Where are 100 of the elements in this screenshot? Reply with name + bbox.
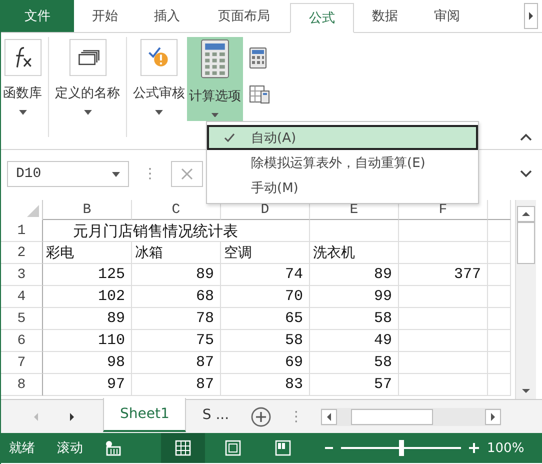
- table-cell: 377: [399, 264, 488, 286]
- sheet-tab[interactable]: Sheet1: [103, 398, 186, 432]
- checkmark-icon: [224, 133, 234, 142]
- caret-icon: [84, 110, 92, 115]
- name-box[interactable]: D10: [7, 161, 129, 187]
- zoom-out-icon[interactable]: [325, 444, 333, 452]
- table-cell: [488, 330, 511, 352]
- row-header[interactable]: 5: [1, 308, 43, 330]
- column-header[interactable]: B: [43, 200, 132, 220]
- table-cell: 58: [221, 330, 310, 352]
- ribbon-button[interactable]: 函数库: [1, 37, 44, 119]
- menu-item[interactable]: 自动(A): [207, 125, 478, 150]
- ribbon-tab[interactable]: 开始: [74, 0, 136, 32]
- table-cell: 58: [310, 352, 399, 374]
- table-cell: 87: [132, 374, 221, 396]
- table-cell: [488, 220, 511, 242]
- table-cell: 78: [132, 308, 221, 330]
- zoom-slider-thumb[interactable]: [399, 440, 404, 456]
- table-cell: [488, 308, 511, 330]
- table-cell: 125: [43, 264, 132, 286]
- table-cell: 70: [221, 286, 310, 308]
- horizontal-scrollbar[interactable]: [321, 408, 502, 426]
- table-cell: 空调: [221, 242, 310, 264]
- table-cell: 89: [43, 308, 132, 330]
- table-cell: 89: [132, 264, 221, 286]
- table-cell: 74: [221, 264, 310, 286]
- row-header[interactable]: 7: [1, 352, 43, 374]
- scrollbar-thumb[interactable]: [517, 222, 535, 264]
- table-cell: 89: [310, 264, 399, 286]
- row-header[interactable]: 2: [1, 242, 43, 264]
- ribbon-tab[interactable]: 数据: [354, 0, 416, 32]
- table-cell: 97: [43, 374, 132, 396]
- table-cell: 87: [132, 352, 221, 374]
- ribbon-tab[interactable]: 公式: [290, 3, 354, 33]
- zoom-level[interactable]: 100%: [487, 440, 524, 456]
- table-cell: [488, 242, 511, 264]
- row-header[interactable]: 3: [1, 264, 43, 286]
- caret-icon: [18, 110, 26, 115]
- caret-icon: [211, 112, 219, 117]
- table-cell: [488, 286, 511, 308]
- next-sheet-icon[interactable]: [67, 412, 77, 422]
- table-cell: [488, 352, 511, 374]
- table-cell: [488, 264, 511, 286]
- dropdown-icon: [112, 172, 120, 176]
- table-cell: [488, 374, 511, 396]
- row-header[interactable]: 1: [1, 220, 43, 242]
- add-sheet-icon[interactable]: [251, 406, 272, 426]
- page-layout-icon: [225, 440, 241, 456]
- table-cell: 58: [310, 308, 399, 330]
- file-tab[interactable]: 文件: [1, 0, 74, 32]
- zoom-in-icon[interactable]: [469, 443, 479, 453]
- table-cell: 57: [310, 374, 399, 396]
- ribbon-button[interactable]: 定义的名称: [53, 37, 122, 119]
- calculator-icon: [199, 39, 231, 79]
- scrollbar-thumb[interactable]: [351, 408, 434, 424]
- table-cell: 83: [221, 374, 310, 396]
- check-warning-icon: [140, 39, 178, 76]
- scroll-up-icon: [517, 206, 535, 222]
- menu-item[interactable]: 除模拟运算表外，自动重算(E): [207, 150, 478, 175]
- view-button[interactable]: [161, 433, 205, 463]
- table-cell: 65: [221, 308, 310, 330]
- table-cell: 99: [310, 286, 399, 308]
- sheet-calculator-icon[interactable]: [249, 83, 271, 105]
- table-cell: 69: [221, 352, 310, 374]
- status-text: 就绪: [9, 440, 35, 457]
- title-cell: 元月门店销售情况统计表: [43, 220, 310, 242]
- macro-record-icon[interactable]: [105, 440, 121, 456]
- row-header[interactable]: 4: [1, 286, 43, 308]
- table-cell: 冰箱: [132, 242, 221, 264]
- row-header[interactable]: 8: [1, 374, 43, 396]
- page-break-icon: [275, 440, 291, 456]
- scroll-right-icon[interactable]: [524, 3, 538, 29]
- vertical-scrollbar[interactable]: [515, 200, 536, 399]
- drag-handle[interactable]: ⋮: [143, 166, 157, 182]
- menu-item[interactable]: 手动(M): [207, 175, 478, 200]
- table-cell: 49: [310, 330, 399, 352]
- calculator-icon[interactable]: [249, 47, 267, 69]
- table-cell: 68: [132, 286, 221, 308]
- ribbon-button[interactable]: 公式审核: [131, 37, 187, 119]
- ribbon-tab[interactable]: 插入: [136, 0, 198, 32]
- caret-icon: [155, 110, 163, 115]
- table-cell: 98: [43, 352, 132, 374]
- row-header[interactable]: 6: [1, 330, 43, 352]
- collapse-ribbon-icon[interactable]: [520, 133, 532, 141]
- table-cell: 110: [43, 330, 132, 352]
- select-all-icon: [27, 205, 39, 217]
- expand-icon[interactable]: [520, 170, 532, 178]
- ribbon-button[interactable]: 计算选项: [187, 37, 243, 121]
- scroll-left-icon: [321, 408, 338, 424]
- status-text: 滚动: [57, 440, 83, 457]
- ribbon-tab[interactable]: 审阅: [416, 0, 478, 32]
- sheet-tab[interactable]: S ...: [186, 398, 246, 432]
- tags-icon: [68, 39, 106, 76]
- table-cell: 75: [132, 330, 221, 352]
- table-cell: 102: [43, 286, 132, 308]
- table-cell: 洗衣机: [310, 242, 399, 264]
- ribbon-tab[interactable]: 页面布局: [198, 0, 290, 32]
- scroll-right-icon: [485, 408, 502, 424]
- function-icon: [4, 39, 42, 76]
- grid-icon: [175, 440, 191, 456]
